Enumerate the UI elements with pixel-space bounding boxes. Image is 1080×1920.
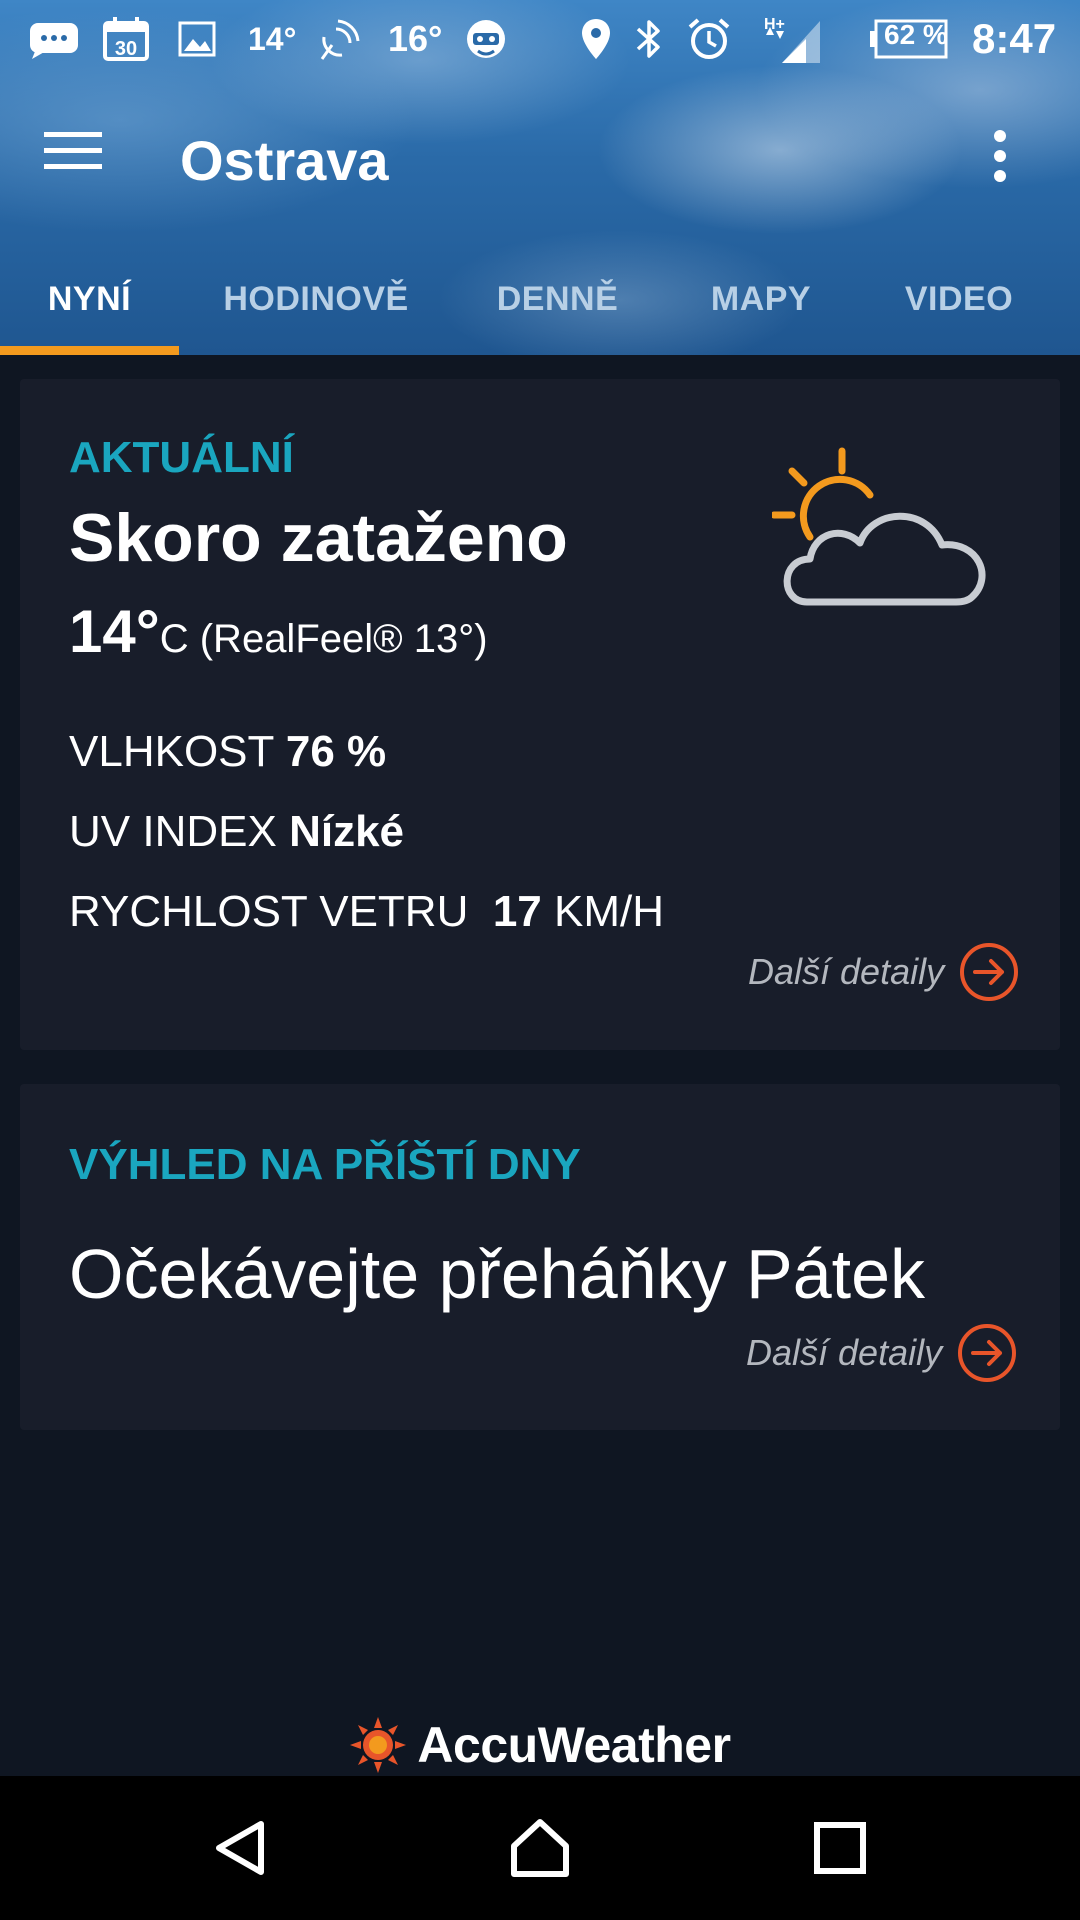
battery-percent: 62 % — [884, 19, 948, 50]
tab-video[interactable]: VIDEO — [880, 243, 1038, 355]
home-button[interactable] — [465, 1776, 615, 1920]
arrow-right-circle-icon — [958, 1324, 1017, 1382]
humidity-row: VLHKOST 76 % — [69, 727, 386, 777]
accuweather-logo[interactable]: AccuWeather — [0, 1710, 1080, 1780]
humidity-value: 76 % — [285, 727, 387, 776]
status-temp-large: 16° — [388, 18, 443, 59]
location-title[interactable]: Ostrava — [180, 128, 389, 194]
condition-text: Skoro zataženo — [69, 500, 568, 576]
current-conditions-card[interactable]: AKTUÁLNÍ Skoro zataženo 14°C (RealFeel® … — [20, 379, 1060, 1050]
tab-maps[interactable]: MAPY — [680, 243, 842, 355]
clock: 8:47 — [972, 15, 1057, 62]
header-sky-background: 30 14° 16° H+ 62 % 8:47 Ostrava NYNÍ HOD… — [0, 0, 1080, 355]
partly-cloudy-icon — [770, 447, 998, 622]
tab-daily[interactable]: DENNĚ — [470, 243, 645, 355]
alarm-clock-icon — [686, 0, 732, 78]
image-icon — [178, 0, 216, 78]
more-details-label: Další detaily — [748, 951, 945, 992]
tab-bar: NYNÍ HODINOVĚ DENNĚ MAPY VIDEO — [0, 243, 1080, 355]
temperature-value: 14° — [69, 598, 160, 665]
arrow-right-circle-icon — [960, 943, 1019, 1001]
current-more-details-link[interactable]: Další detaily — [748, 941, 1020, 1003]
satellite-dish-icon — [316, 0, 364, 78]
calendar-day: 30 — [115, 38, 137, 60]
current-section-label: AKTUÁLNÍ — [69, 433, 294, 482]
brand-name: AccuWeather — [417, 1717, 731, 1773]
cellular-signal-icon: H+ — [762, 0, 824, 78]
more-details-label: Další detaily — [746, 1332, 943, 1373]
wind-speed-unit: KM/H — [554, 887, 664, 936]
wind-speed-row: RYCHLOST VETRU 17 KM/H — [69, 887, 664, 937]
app-bar: Ostrava — [0, 78, 1080, 243]
bluetooth-icon — [634, 0, 664, 78]
mascot-icon — [464, 0, 508, 78]
wind-speed-value: 17 — [492, 887, 542, 936]
temperature-line: 14°C (RealFeel® 13°) — [69, 597, 488, 666]
calendar-icon: 30 — [102, 0, 150, 78]
chat-bubble-icon — [28, 0, 80, 78]
battery-indicator: 62 % — [868, 0, 950, 78]
tab-hourly[interactable]: HODINOVĚ — [200, 243, 432, 355]
tab-now[interactable]: NYNÍ — [0, 243, 179, 355]
more-vert-icon — [994, 130, 1006, 182]
location-pin-icon — [580, 0, 612, 78]
humidity-label: VLHKOST — [69, 727, 274, 776]
sun-logo-icon — [350, 1717, 407, 1773]
outlook-text: Očekávejte přeháňky Pátek — [69, 1235, 926, 1313]
back-button[interactable] — [166, 1776, 316, 1920]
back-triangle-icon — [216, 1821, 264, 1875]
hamburger-menu-icon — [44, 132, 102, 169]
status-bar: 30 14° 16° H+ 62 % 8:47 — [0, 0, 1080, 78]
outlook-section-label: VÝHLED NA PŘÍŠTÍ DNY — [69, 1140, 581, 1189]
active-tab-indicator — [0, 346, 179, 355]
system-navigation-bar — [0, 1776, 1080, 1920]
uv-index-value: Nízké — [289, 807, 405, 856]
overflow-menu-button[interactable] — [985, 128, 1045, 193]
svg-text:H+: H+ — [764, 16, 785, 33]
home-icon — [511, 1819, 569, 1877]
recents-button[interactable] — [765, 1776, 915, 1920]
uv-index-row: UV INDEX Nízké — [69, 807, 404, 857]
recents-square-icon — [814, 1822, 866, 1874]
outlook-card[interactable]: VÝHLED NA PŘÍŠTÍ DNY Očekávejte přeháňky… — [20, 1084, 1060, 1430]
uv-index-label: UV INDEX — [69, 807, 277, 856]
wind-speed-label: RYCHLOST VETRU — [69, 887, 469, 936]
menu-button[interactable] — [40, 128, 130, 193]
outlook-more-details-link[interactable]: Další detaily — [746, 1322, 1018, 1384]
status-temp-small: 14° — [248, 20, 297, 57]
realfeel-text: C (RealFeel® 13°) — [159, 617, 488, 661]
